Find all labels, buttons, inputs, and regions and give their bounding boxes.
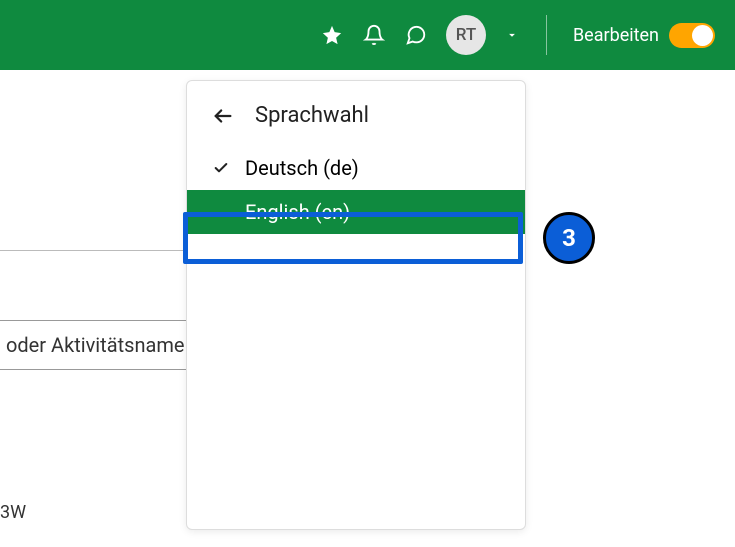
header-divider [546, 15, 547, 55]
language-label: Deutsch (de) [245, 156, 359, 180]
edit-toggle[interactable] [669, 23, 715, 48]
step-number: 3 [562, 224, 576, 252]
search-input-text: oder Aktivitätsname [6, 333, 185, 357]
dropdown-title: Sprachwahl [255, 103, 369, 128]
language-dropdown: Sprachwahl Deutsch (de) English (en) [186, 80, 526, 530]
chevron-down-icon[interactable] [504, 27, 520, 43]
edit-mode-group: Bearbeiten [573, 23, 715, 48]
language-option-de[interactable]: Deutsch (de) [187, 146, 525, 190]
dropdown-header: Sprachwahl [187, 95, 525, 146]
search-input-fragment[interactable]: oder Aktivitätsname [0, 320, 186, 370]
step-badge: 3 [543, 212, 595, 264]
back-arrow-icon[interactable] [211, 104, 235, 128]
edit-label: Bearbeiten [573, 25, 659, 46]
language-option-en[interactable]: English (en) [187, 190, 525, 234]
language-label: English (en) [245, 200, 350, 224]
bell-icon[interactable] [362, 23, 386, 47]
toggle-knob [692, 25, 713, 46]
background-text-fragment: 3W [0, 502, 26, 523]
chat-icon[interactable] [404, 23, 428, 47]
background-divider [0, 250, 186, 251]
avatar[interactable]: RT [446, 15, 486, 55]
check-icon [211, 160, 231, 176]
header: RT Bearbeiten [0, 0, 735, 70]
avatar-initials: RT [456, 25, 477, 45]
star-icon[interactable] [320, 23, 344, 47]
